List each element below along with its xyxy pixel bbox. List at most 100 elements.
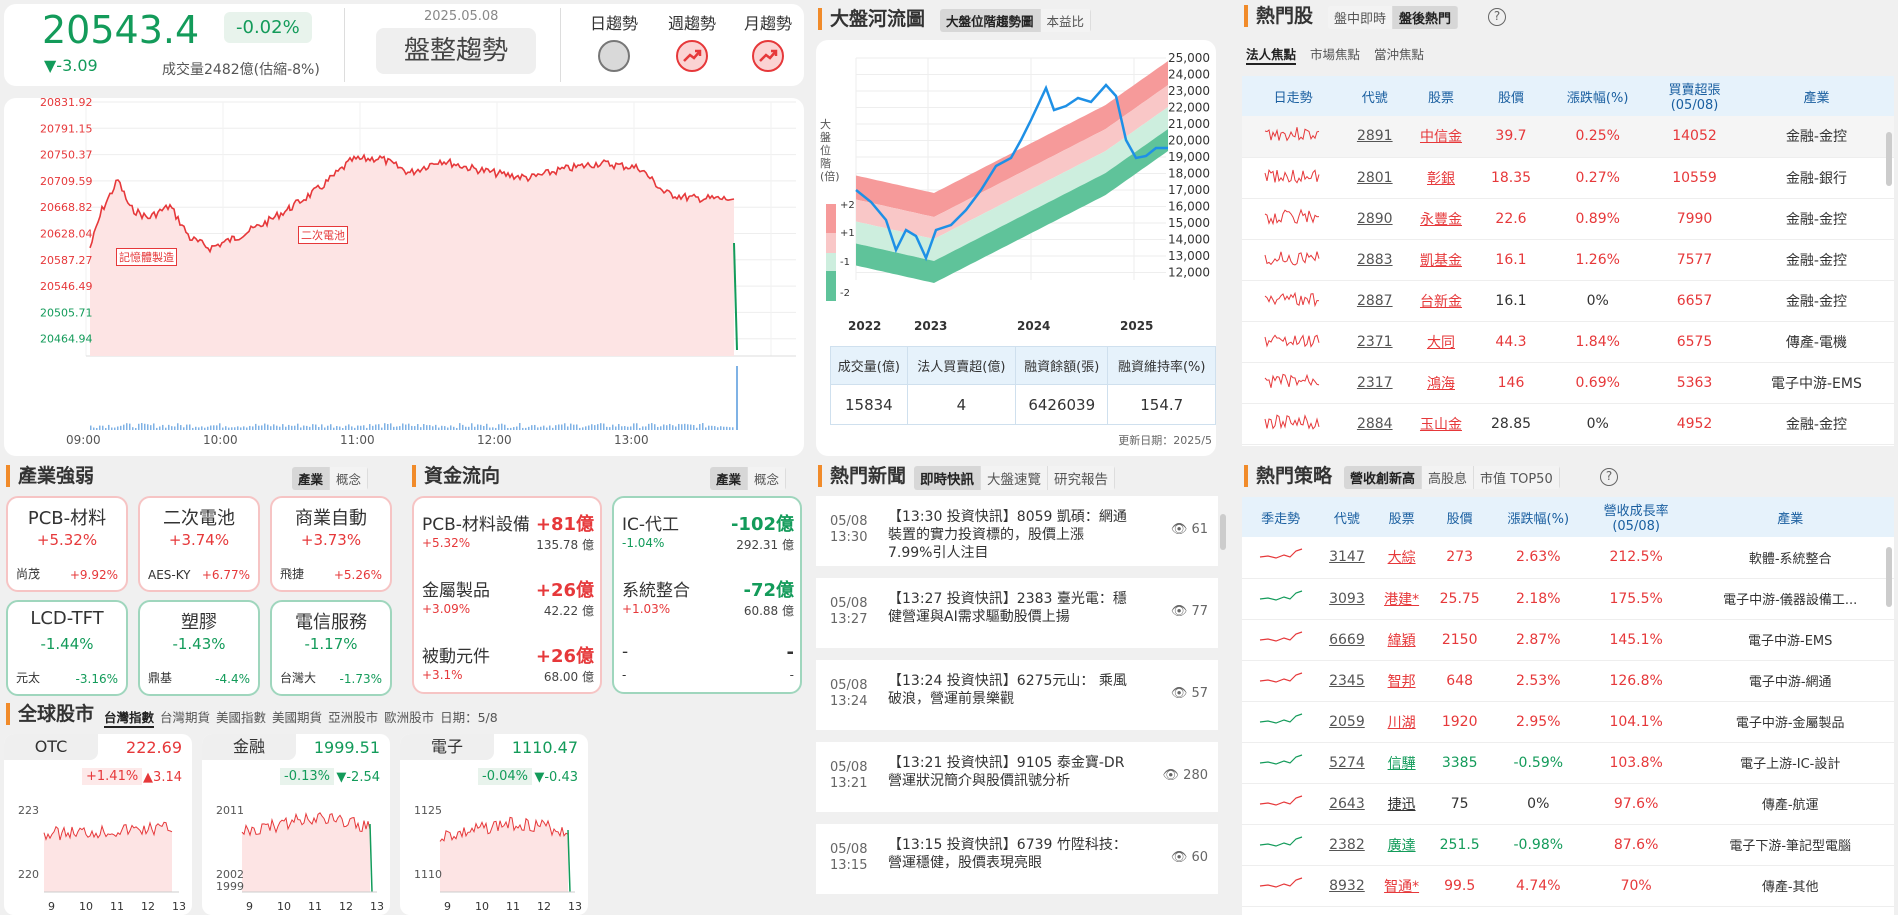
news-title[interactable]: 【13:30 投資快訊】8059 凱碩：網通裝置的實力投資標的，股價上漲7.99… bbox=[888, 508, 1128, 562]
table-row[interactable]: 2382 廣達 251.5 -0.98% 87.6% 電子下游-筆記型電腦 bbox=[1242, 824, 1894, 866]
stock-code[interactable]: 3093 bbox=[1319, 578, 1375, 620]
stock-code[interactable]: 5274 bbox=[1319, 742, 1375, 784]
tab-river-trend[interactable]: 大盤位階趨勢圖 bbox=[940, 9, 1041, 32]
help-icon[interactable]: ? bbox=[1488, 8, 1506, 26]
stock-code[interactable]: 3147 bbox=[1319, 537, 1375, 579]
subtab-institutional[interactable]: 法人焦點 bbox=[1246, 44, 1297, 65]
news-item[interactable]: 05/08 13:27 【13:27 投資快訊】2383 臺光電：穩健營運與AI需求… bbox=[816, 578, 1218, 648]
industry-tile[interactable]: 二次電池 +3.74% AES-KY +6.77% bbox=[138, 496, 260, 592]
stock-code[interactable]: 2891 bbox=[1344, 116, 1406, 158]
table-row[interactable]: 2801 彰銀 18.35 0.27% 10559 金融-銀行 bbox=[1242, 157, 1894, 199]
strategy-scrollbar[interactable] bbox=[1886, 547, 1892, 607]
fund-item-name[interactable]: PCB-材料設備 bbox=[422, 510, 530, 535]
tab-top50[interactable]: 市值 TOP50 bbox=[1474, 466, 1560, 489]
fund-item-name[interactable]: - bbox=[622, 642, 628, 662]
fund-item-name[interactable]: IC-代工 bbox=[622, 510, 679, 535]
tab-market-brief[interactable]: 大盤速覽 bbox=[981, 466, 1048, 490]
tab-tw-futures[interactable]: 台灣期貨 bbox=[160, 707, 210, 728]
stock-name[interactable]: 港建* bbox=[1374, 578, 1429, 620]
global-index-card[interactable]: 電子 1110.47 -0.04% ▼-0.43 1125 1110 9 10 11 12 13 bbox=[400, 734, 588, 915]
tab-fund-concept[interactable]: 概念 bbox=[748, 467, 787, 490]
hot-scrollbar[interactable] bbox=[1886, 132, 1892, 186]
tab-after-hours[interactable]: 盤後熱門 bbox=[1393, 6, 1459, 29]
stock-code[interactable]: 2801 bbox=[1344, 157, 1406, 199]
month-trend-up-icon[interactable] bbox=[752, 40, 784, 72]
stock-name[interactable]: 緯穎 bbox=[1374, 619, 1429, 661]
stock-code[interactable]: 8932 bbox=[1319, 865, 1375, 907]
stock-name[interactable]: 凱基金 bbox=[1405, 239, 1477, 281]
stock-name[interactable]: 信驊 bbox=[1374, 742, 1429, 784]
stock-name[interactable]: 大綜 bbox=[1374, 537, 1429, 579]
stock-name[interactable]: 玉山金 bbox=[1405, 403, 1477, 445]
fund-item-name[interactable]: 金屬製品 bbox=[422, 576, 490, 601]
news-title[interactable]: 【13:27 投資快訊】2383 臺光電：穩健營運與AI需求驅動股價上揚 bbox=[888, 590, 1128, 626]
strategy-help-icon[interactable]: ? bbox=[1600, 468, 1618, 486]
tab-industry[interactable]: 產業 bbox=[292, 467, 331, 490]
stock-code[interactable]: 2643 bbox=[1319, 783, 1375, 825]
stock-code[interactable]: 6669 bbox=[1319, 619, 1375, 661]
fund-item-name[interactable]: 被動元件 bbox=[422, 642, 490, 667]
intraday-chart[interactable]: 20831.92 20791.15 20750.37 20709.59 20668.82… bbox=[4, 98, 804, 456]
table-row[interactable]: 2883 凱基金 16.1 1.26% 7577 金融-金控 bbox=[1242, 239, 1894, 281]
table-row[interactable]: 2059 川湖 1920 2.95% 104.1% 電子中游-金屬製品 bbox=[1242, 701, 1894, 743]
tab-high-dividend[interactable]: 高股息 bbox=[1422, 466, 1475, 489]
industry-tile[interactable]: 電信服務 -1.17% 台灣大 -1.73% bbox=[270, 600, 392, 696]
tab-asia[interactable]: 亞洲股市 bbox=[328, 707, 378, 728]
stock-code[interactable]: 2059 bbox=[1319, 701, 1375, 743]
table-row[interactable]: 2891 中信金 39.7 0.25% 14052 金融-金控 bbox=[1242, 116, 1894, 158]
stock-name[interactable]: 智邦 bbox=[1374, 660, 1429, 702]
tab-tw-index[interactable]: 台灣指數 bbox=[104, 707, 155, 728]
table-row[interactable]: 2890 永豐金 22.6 0.89% 7990 金融-金控 bbox=[1242, 198, 1894, 240]
industry-tile[interactable]: 商業自動 +3.73% 飛捷 +5.26% bbox=[270, 496, 392, 592]
stock-name[interactable]: 鴻海 bbox=[1405, 362, 1477, 404]
table-row[interactable]: 2884 玉山金 28.85 0% 4952 金融-金控 bbox=[1242, 403, 1894, 445]
news-item[interactable]: 05/08 13:15 【13:15 投資快訊】6739 竹陞科技：營運穩健，股價表… bbox=[816, 824, 1218, 894]
stock-code[interactable]: 2345 bbox=[1319, 660, 1375, 702]
hot-header[interactable]: 買賣超張 (05/08) bbox=[1650, 76, 1739, 116]
news-title[interactable]: 【13:15 投資快訊】6739 竹陞科技：營運穩健，股價表現亮眼 bbox=[888, 836, 1128, 872]
tab-us-index[interactable]: 美國指數 bbox=[216, 707, 266, 728]
table-row[interactable]: 2643 捷迅 75 0% 97.6% 傳產-航運 bbox=[1242, 783, 1894, 825]
table-row[interactable]: 2345 智邦 648 2.53% 126.8% 電子中游-網通 bbox=[1242, 660, 1894, 702]
stock-code[interactable]: 2884 bbox=[1344, 403, 1406, 445]
news-title[interactable]: 【13:24 投資快訊】6275元山： 乘風破浪，營運前景樂觀 bbox=[888, 672, 1128, 708]
table-row[interactable]: 3093 港建* 25.75 2.18% 175.5% 電子中游-儀器設備工... bbox=[1242, 578, 1894, 620]
stock-name[interactable]: 台新金 bbox=[1405, 280, 1477, 322]
table-row[interactable]: 2317 鴻海 146 0.69% 5363 電子中游-EMS bbox=[1242, 362, 1894, 404]
stock-code[interactable]: 2890 bbox=[1344, 198, 1406, 240]
stock-code[interactable]: 2371 bbox=[1344, 321, 1406, 363]
fund-item-name[interactable]: 系統整合 bbox=[622, 576, 690, 601]
river-chart[interactable]: 25,000 24,000 23,000 22,000 21,000 20,000 19,0… bbox=[816, 40, 1216, 340]
industry-tile[interactable]: LCD-TFT -1.44% 元太 -3.16% bbox=[6, 600, 128, 696]
stock-name[interactable]: 永豐金 bbox=[1405, 198, 1477, 240]
news-item[interactable]: 05/08 13:24 【13:24 投資快訊】6275元山： 乘風破浪，營運前景樂… bbox=[816, 660, 1218, 730]
global-index-card[interactable]: OTC 222.69 +1.41% ▲3.14 223 220 9 10 11 12 13 bbox=[4, 734, 192, 915]
tab-flash[interactable]: 即時快訊 bbox=[914, 466, 981, 490]
stock-name[interactable]: 智通* bbox=[1374, 865, 1429, 907]
stock-name[interactable]: 中信金 bbox=[1405, 116, 1477, 158]
table-row[interactable]: 3147 大綜 273 2.63% 212.5% 軟體-系統整合 bbox=[1242, 537, 1894, 579]
tab-europe[interactable]: 歐洲股市 bbox=[384, 707, 434, 728]
tab-revenue-high[interactable]: 營收創新高 bbox=[1344, 466, 1423, 489]
stock-name[interactable]: 彰銀 bbox=[1405, 157, 1477, 199]
tab-intraday[interactable]: 盤中即時 bbox=[1328, 6, 1394, 29]
tab-fund-industry[interactable]: 產業 bbox=[710, 467, 749, 490]
stock-name[interactable]: 捷迅 bbox=[1374, 783, 1429, 825]
subtab-daytrade[interactable]: 當沖焦點 bbox=[1374, 44, 1424, 65]
news-item[interactable]: 05/08 13:30 【13:30 投資快訊】8059 凱碩：網通裝置的實力投資標… bbox=[816, 496, 1218, 566]
day-trend-icon[interactable] bbox=[598, 40, 630, 72]
annotation-memory[interactable]: 記憶體製造 bbox=[116, 248, 177, 266]
tab-research[interactable]: 研究報告 bbox=[1048, 466, 1115, 490]
stock-code[interactable]: 2887 bbox=[1344, 280, 1406, 322]
global-index-card[interactable]: 金融 1999.51 -0.13% ▼-2.54 2011 2002 1999 9 10 11 12… bbox=[202, 734, 390, 915]
week-trend-up-icon[interactable] bbox=[676, 40, 708, 72]
table-row[interactable]: 8932 智通* 99.5 4.74% 70% 傳產-其他 bbox=[1242, 865, 1894, 907]
stock-code[interactable]: 2883 bbox=[1344, 239, 1406, 281]
industry-tile[interactable]: PCB-材料 +5.32% 尚茂 +9.92% bbox=[6, 496, 128, 592]
table-row[interactable]: 6669 緯穎 2150 2.87% 145.1% 電子中游-EMS bbox=[1242, 619, 1894, 661]
stock-name[interactable]: 廣達 bbox=[1374, 824, 1429, 866]
stock-code[interactable]: 2317 bbox=[1344, 362, 1406, 404]
stock-code[interactable]: 2382 bbox=[1319, 824, 1375, 866]
stock-name[interactable]: 大同 bbox=[1405, 321, 1477, 363]
strategy-header[interactable]: 營收成長率 (05/08) bbox=[1585, 497, 1687, 537]
